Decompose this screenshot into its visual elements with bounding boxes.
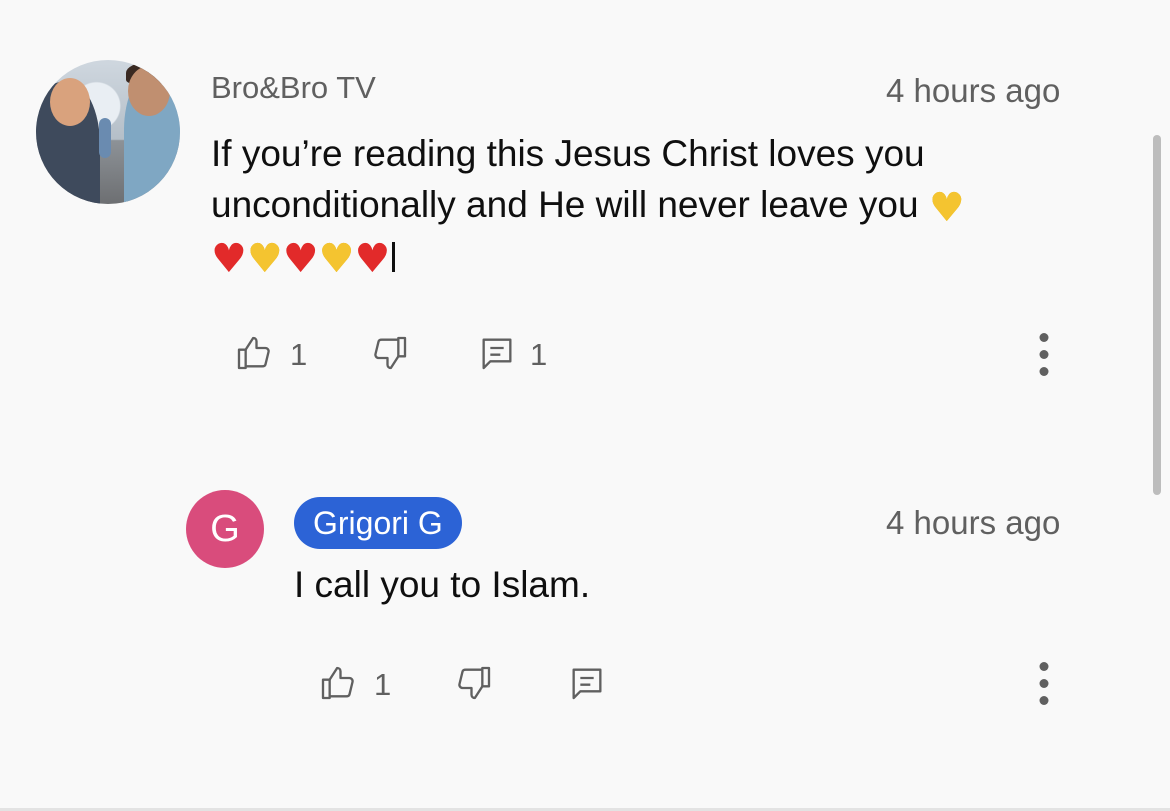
more-options-button[interactable] — [1024, 662, 1064, 706]
comment-author[interactable]: Bro&Bro TV — [211, 70, 376, 106]
comment-timestamp: 4 hours ago — [886, 72, 1061, 109]
reply-button[interactable] — [567, 663, 607, 703]
comment-author-chip[interactable]: Grigori G — [294, 497, 462, 549]
red-heart-icon: ♥ — [354, 236, 391, 282]
yellow-heart-icon: ♥ — [246, 236, 283, 282]
yellow-heart-icon: ♥ — [928, 185, 965, 231]
comment-timestamp: 4 hours ago — [886, 504, 1061, 541]
text-cursor — [392, 242, 396, 272]
scrollbar[interactable] — [1153, 135, 1161, 495]
reply-icon — [567, 663, 607, 703]
like-button[interactable] — [318, 663, 358, 703]
avatar[interactable] — [36, 60, 180, 204]
reply-button[interactable] — [477, 333, 517, 373]
red-heart-icon: ♥ — [211, 236, 247, 282]
thumbs-up-icon — [318, 663, 358, 703]
dislike-button[interactable] — [454, 663, 494, 703]
reply-count: 1 — [530, 337, 548, 372]
thumbs-down-icon — [370, 333, 410, 373]
like-count: 1 — [374, 667, 392, 702]
more-vert-icon — [1024, 662, 1064, 706]
dislike-button[interactable] — [370, 333, 410, 373]
avatar[interactable]: G — [186, 490, 264, 568]
red-heart-icon: ♥ — [282, 236, 319, 282]
thumbs-down-icon — [454, 663, 494, 703]
thumbs-up-icon — [234, 333, 274, 373]
yellow-heart-icon: ♥ — [318, 236, 355, 282]
comment-body: If you’re reading this Jesus Christ love… — [211, 128, 1111, 281]
like-count: 1 — [290, 337, 308, 372]
more-options-button[interactable] — [1024, 333, 1064, 377]
comment-text-segment: unconditionally and He will never leave … — [211, 184, 919, 225]
comment-body: I call you to Islam. — [294, 564, 591, 605]
comment-emoji-line: ♥♥♥♥♥ — [211, 230, 1111, 281]
comment-text-line: If you’re reading this Jesus Christ love… — [211, 133, 925, 174]
comment-text-line: unconditionally and He will never leave … — [211, 179, 1111, 230]
more-vert-icon — [1024, 333, 1064, 377]
reply-icon — [477, 333, 517, 373]
like-button[interactable] — [234, 333, 274, 373]
